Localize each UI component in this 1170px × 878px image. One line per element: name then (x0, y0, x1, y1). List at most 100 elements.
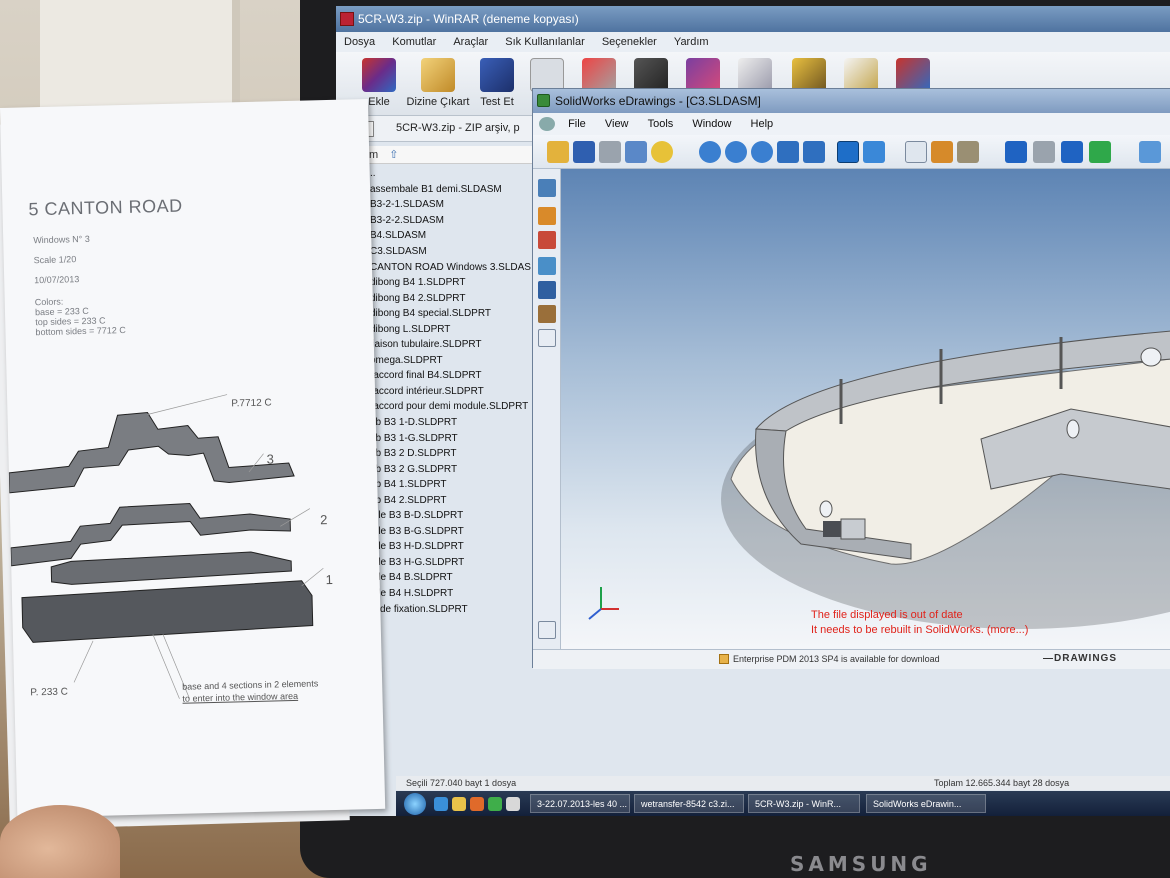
delete-icon (582, 58, 616, 92)
measure-icon[interactable] (957, 141, 979, 163)
file-list-item[interactable]: dibong B4 1.SLDPRT (358, 275, 558, 291)
expand-chevron-icon[interactable] (538, 621, 556, 639)
menu-komutlar[interactable]: Komutlar (384, 32, 442, 48)
file-list-item[interactable]: U de fixation.SLDPRT (358, 601, 558, 617)
task-edrawings[interactable]: SolidWorks eDrawin... (866, 794, 986, 813)
first-frame-icon[interactable] (1005, 141, 1027, 163)
notification-icon (719, 654, 729, 664)
menu-tools[interactable]: Tools (638, 113, 680, 130)
menu-yardim[interactable]: Yardım (666, 32, 715, 48)
name-column-header[interactable]: İsim ⇧ (352, 146, 542, 164)
task-wetransfer[interactable]: wetransfer-8542 c3.zi... (634, 794, 744, 813)
help-icon[interactable] (651, 141, 673, 163)
document-menu-icon[interactable] (539, 117, 555, 131)
paper-scale: Scale 1/20 (33, 254, 77, 266)
file-list-item[interactable]: rib B3 2 G.SLDPRT (358, 461, 558, 477)
select-cursor-icon[interactable] (905, 141, 927, 163)
file-list-item[interactable]: rib B3 2 D.SLDPRT (358, 446, 558, 462)
paper-label-1: 1 (325, 572, 334, 588)
perspective-icon[interactable] (863, 141, 885, 163)
rotate-icon[interactable] (777, 141, 799, 163)
task-winrar[interactable]: 5CR-W3.zip - WinR... (748, 794, 860, 813)
file-list-item[interactable]: tole B3 B-D.SLDPRT (358, 508, 558, 524)
menu-file[interactable]: File (558, 113, 592, 130)
file-list-item[interactable]: tole B4 B.SLDPRT (358, 570, 558, 586)
components-tab-icon[interactable] (538, 179, 556, 197)
paper-label-3: 3 (266, 451, 275, 467)
file-list-item[interactable]: assembale B1 demi.SLDASM (358, 182, 558, 198)
file-list-item[interactable]: omega.SLDPRT (358, 353, 558, 369)
component-icon[interactable] (1139, 141, 1161, 163)
next-frame-icon[interactable] (1061, 141, 1083, 163)
paper-label-p233: P. 233 C (30, 686, 69, 699)
start-button[interactable] (404, 793, 426, 815)
explorer-icon[interactable] (452, 797, 466, 811)
play-icon[interactable] (1089, 141, 1111, 163)
zoom-in-icon[interactable] (725, 141, 747, 163)
menu-view[interactable]: View (595, 113, 635, 130)
menu-window[interactable]: Window (682, 113, 737, 130)
file-list-item[interactable]: B4.SLDASM (358, 228, 558, 244)
3d-viewport[interactable]: The file displayed is out of date It nee… (561, 169, 1170, 649)
file-list-item[interactable]: tole B3 B-G.SLDPRT (358, 524, 558, 540)
home-view-icon[interactable] (931, 141, 953, 163)
comment-pen-icon (844, 58, 878, 92)
send-icon[interactable] (625, 141, 647, 163)
rebuild-warning-link[interactable]: It needs to be rebuilt in SolidWorks. (m… (811, 624, 1028, 636)
shaded-view-icon[interactable] (837, 141, 859, 163)
sheets-tab-icon[interactable] (538, 281, 556, 299)
test-button[interactable]: Test Et (470, 58, 524, 108)
pdm-notification[interactable]: Enterprise PDM 2013 SP4 is available for… (733, 654, 940, 664)
file-list-item[interactable]: .. (358, 166, 558, 182)
file-list-item[interactable]: dibong L.SLDPRT (358, 321, 558, 337)
file-list-item[interactable]: rib B3 1-D.SLDPRT (358, 415, 558, 431)
stamp-tab-icon[interactable] (538, 305, 556, 323)
file-list-item[interactable]: tole B4 H.SLDPRT (358, 586, 558, 602)
file-list-item[interactable]: raccord intérieur.SLDPRT (358, 384, 558, 400)
task-folder[interactable]: 3-22.07.2013-les 40 ... (530, 794, 630, 813)
menu-help[interactable]: Help (741, 113, 780, 130)
extract-label: Dizine Çıkart (406, 96, 470, 108)
file-list-item[interactable]: rib B4 1.SLDPRT (358, 477, 558, 493)
save-icon[interactable] (573, 141, 595, 163)
menu-secenekler[interactable]: Seçenekler (594, 32, 663, 48)
zoom-area-icon[interactable] (751, 141, 773, 163)
file-list-item[interactable]: B3-2-2.SLDASM (358, 213, 558, 229)
file-list-item[interactable]: raccord final B4.SLDPRT (358, 368, 558, 384)
menu-favorites[interactable]: Sık Kullanılanlar (497, 32, 591, 48)
menu-dosya[interactable]: Dosya (336, 32, 381, 48)
file-list-item[interactable]: B3-2-1.SLDASM (358, 197, 558, 213)
pan-icon[interactable] (803, 141, 825, 163)
file-list-item[interactable]: rib B4 2.SLDPRT (358, 492, 558, 508)
file-list-item[interactable]: CANTON ROAD Windows 3.SLDAS (358, 259, 558, 275)
file-name: raccord pour demi module.SLDPRT (370, 401, 529, 413)
views-tab-icon[interactable] (538, 257, 556, 275)
sort-arrow-icon: ⇧ (389, 149, 399, 161)
zoom-fit-icon[interactable] (699, 141, 721, 163)
stop-icon[interactable] (1033, 141, 1055, 163)
file-name: U de fixation.SLDPRT (370, 603, 468, 615)
open-icon[interactable] (547, 141, 569, 163)
ie-icon[interactable] (434, 797, 448, 811)
quicklaunch-icon[interactable] (506, 797, 520, 811)
menu-araclar[interactable]: Araçlar (445, 32, 494, 48)
file-list-item[interactable]: rib B3 1-G.SLDPRT (358, 430, 558, 446)
file-list-item[interactable]: raccord pour demi module.SLDPRT (358, 399, 558, 415)
file-list-item[interactable]: dibong B4 2.SLDPRT (358, 290, 558, 306)
quicklaunch-icon[interactable] (488, 797, 502, 811)
expand-chevron-icon[interactable] (538, 329, 556, 347)
configurations-tab-icon[interactable] (538, 207, 556, 225)
winrar-title: 5CR-W3.zip - WinRAR (deneme kopyası) (358, 12, 579, 26)
file-list-item[interactable]: dibong B4 special.SLDPRT (358, 306, 558, 322)
file-list-item[interactable]: tole B3 H-D.SLDPRT (358, 539, 558, 555)
file-list-item[interactable]: C3.SLDASM (358, 244, 558, 260)
file-list-item[interactable]: liaison tubulaire.SLDPRT (358, 337, 558, 353)
file-name: rib B4 1.SLDPRT (370, 479, 447, 491)
test-book-icon (480, 58, 514, 92)
print-icon[interactable] (599, 141, 621, 163)
media-player-icon[interactable] (470, 797, 484, 811)
extract-button[interactable]: Dizine Çıkart (406, 58, 470, 108)
file-list-item[interactable]: tole B3 H-G.SLDPRT (358, 555, 558, 571)
edrawings-sidebar (533, 169, 561, 649)
markup-tab-icon[interactable] (538, 231, 556, 249)
